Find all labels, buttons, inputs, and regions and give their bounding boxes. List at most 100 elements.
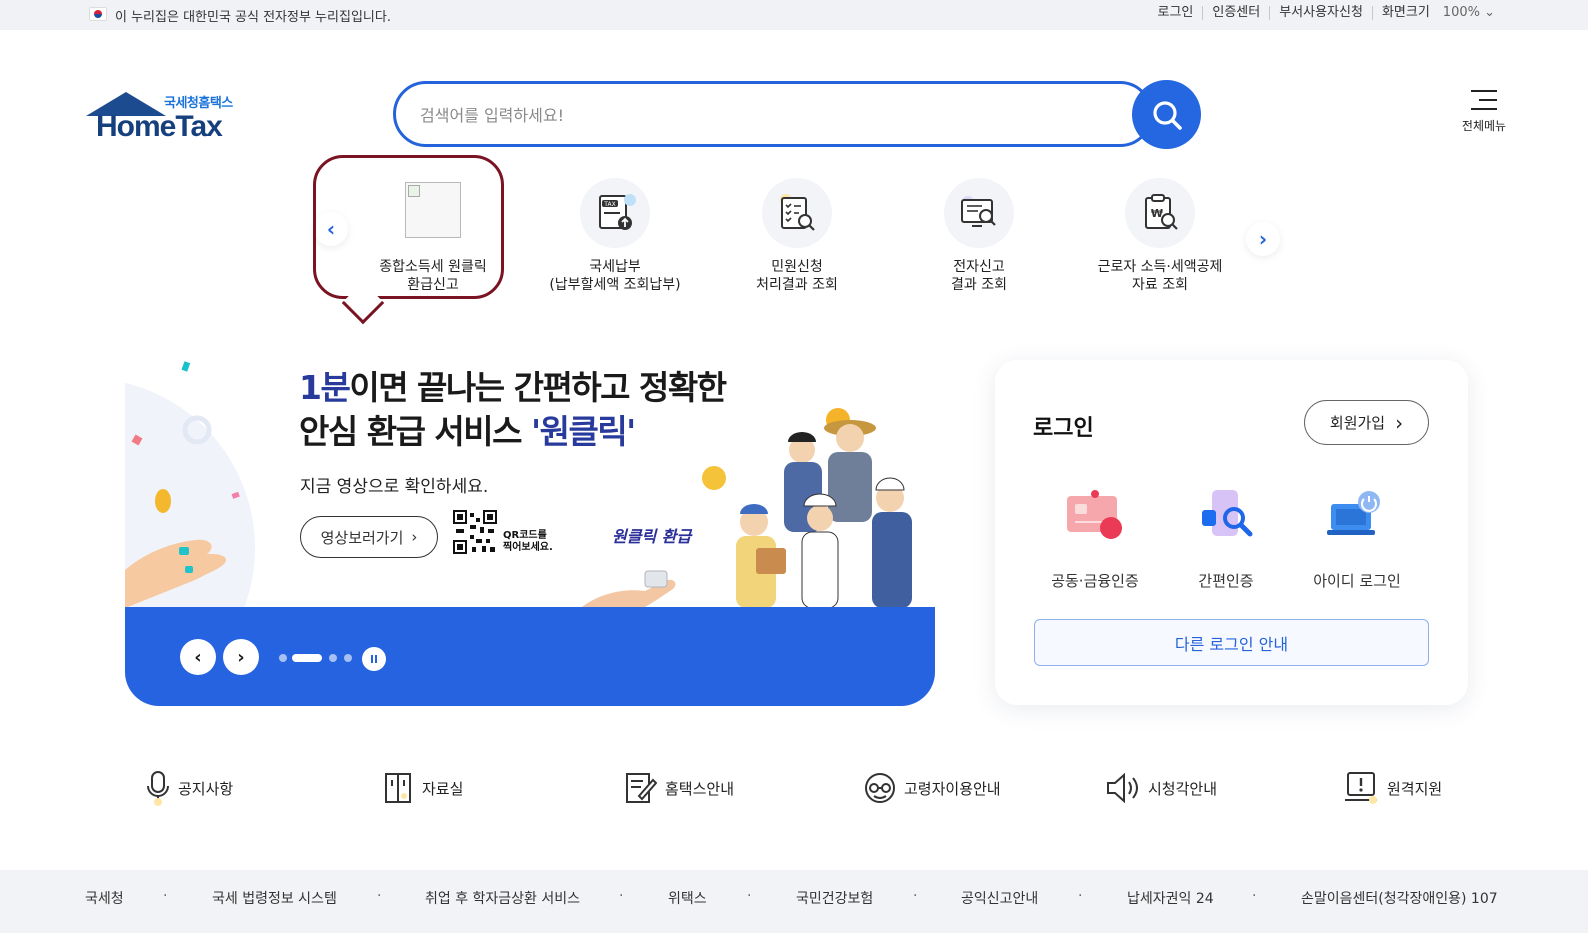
pointing-hand-illustration bbox=[580, 570, 676, 608]
login-option-certificate[interactable]: 공동·금융인증 bbox=[1030, 488, 1160, 591]
footer-separator: · bbox=[1078, 888, 1083, 904]
footer-link[interactable]: 국세청 bbox=[85, 888, 124, 908]
quick-item-worker-deduction[interactable]: ₩ 근로자 소득·세액공제 자료 조회 bbox=[1070, 178, 1250, 294]
qr-caption: QR코드를 찍어보세요. bbox=[503, 530, 553, 554]
login-link[interactable]: 로그인 bbox=[1148, 6, 1202, 20]
quick-item-label: 환급신고 bbox=[407, 277, 459, 293]
all-menu-label: 전체메뉴 bbox=[1461, 119, 1507, 133]
quick-item-label: 종합소득세 원클릭 bbox=[379, 259, 487, 275]
hamburger-icon bbox=[1471, 90, 1497, 110]
quick-item-label: 결과 조회 bbox=[951, 277, 1007, 293]
quick-link-remote-support[interactable]: 원격지원 bbox=[1345, 768, 1442, 808]
senior-glasses-icon bbox=[865, 773, 895, 803]
login-option-label: 공동·금융인증 bbox=[1051, 572, 1139, 590]
search-icon bbox=[1152, 100, 1182, 130]
quick-item-label: 국세납부 bbox=[589, 259, 641, 275]
banner-controls: ‹ › bbox=[125, 607, 935, 706]
footer-separator: · bbox=[163, 888, 168, 904]
quick-item-e-filing-result[interactable]: 전자신고 결과 조회 bbox=[889, 178, 1069, 294]
footer-link[interactable]: 위택스 bbox=[668, 888, 707, 908]
korea-flag-icon bbox=[89, 7, 107, 21]
banner-title-line2-highlight: '원클릭' bbox=[531, 412, 636, 451]
footer-link[interactable]: 공익신고안내 bbox=[961, 888, 1038, 908]
quick-item-civil-result[interactable]: 민원신청 처리결과 조회 bbox=[707, 178, 887, 294]
oneclick-refund-tag: 원클릭 환급 bbox=[612, 527, 692, 546]
banner-dot[interactable] bbox=[279, 654, 287, 662]
watch-video-label: 영상보러가기 bbox=[320, 528, 404, 547]
footer-separator: · bbox=[1252, 888, 1257, 904]
login-option-simple[interactable]: 간편인증 bbox=[1161, 488, 1291, 591]
login-option-label: 아이디 로그인 bbox=[1313, 572, 1401, 590]
speaker-icon bbox=[1107, 772, 1138, 804]
screen-size-label[interactable]: 화면크기 bbox=[1371, 6, 1439, 20]
banner-dot[interactable] bbox=[329, 654, 337, 662]
laptop-power-icon bbox=[1327, 488, 1387, 548]
zoom-select[interactable]: 100% ⌄ bbox=[1439, 6, 1504, 20]
cert-center-link[interactable]: 인증센터 bbox=[1202, 6, 1269, 20]
banner-dot-active[interactable] bbox=[292, 654, 322, 662]
quick-link-audiovisual-guide[interactable]: 시청각안내 bbox=[1106, 768, 1217, 808]
login-title: 로그인 bbox=[1033, 416, 1094, 441]
document-edit-icon bbox=[626, 773, 657, 803]
monitor-search-icon bbox=[944, 178, 1014, 248]
quick-item-tax-payment[interactable]: TAX 국세납부 (납부할세액 조회납부) bbox=[525, 178, 705, 294]
broken-image-icon bbox=[405, 182, 461, 238]
footer-separator: · bbox=[913, 888, 918, 904]
quick-link-label: 시청각안내 bbox=[1148, 779, 1218, 798]
signup-label: 회원가입 bbox=[1329, 414, 1386, 432]
banner-prev-button[interactable]: ‹ bbox=[180, 639, 216, 675]
logo-title: HomeTax bbox=[96, 110, 223, 143]
search-box bbox=[393, 81, 1153, 147]
workers-illustration bbox=[702, 408, 912, 608]
search-input[interactable] bbox=[420, 102, 1110, 128]
quick-menu-next-button[interactable]: › bbox=[1246, 222, 1280, 256]
all-menu-button[interactable]: 전체메뉴 bbox=[1456, 90, 1512, 134]
quick-link-hometax-guide[interactable]: 홈택스안내 bbox=[625, 768, 734, 808]
quick-link-label: 공지사항 bbox=[178, 779, 234, 798]
clipboard-won-icon: ₩ bbox=[1125, 178, 1195, 248]
banner-pause-button[interactable] bbox=[362, 647, 386, 671]
zoom-value: 100% bbox=[1442, 5, 1480, 20]
hometax-logo[interactable]: 국세청홈택스 HomeTax bbox=[86, 88, 246, 144]
quick-link-label: 원격지원 bbox=[1387, 779, 1443, 798]
banner-dot[interactable] bbox=[344, 654, 352, 662]
footer-link[interactable]: 손말이음센터(청각장애인용) 107 bbox=[1301, 888, 1498, 908]
footer-link[interactable]: 납세자권익 24 bbox=[1127, 888, 1214, 908]
footer-link[interactable]: 취업 후 학자금상환 서비스 bbox=[425, 888, 580, 908]
login-option-id[interactable]: 아이디 로그인 bbox=[1292, 488, 1422, 591]
footer-separator: · bbox=[377, 888, 382, 904]
gov-banner: 이 누리집은 대한민국 공식 전자정부 누리집입니다. 로그인 인증센터 부서사… bbox=[0, 0, 1588, 30]
footer-link[interactable]: 국민건강보험 bbox=[796, 888, 873, 908]
promo-banner[interactable]: 1분이면 끝나는 간편하고 정확한 안심 환급 서비스 '원클릭' 지금 영상으… bbox=[125, 358, 935, 608]
quick-link-archive[interactable]: 자료실 bbox=[384, 768, 463, 808]
quick-item-label: 민원신청 bbox=[771, 259, 823, 275]
qr-caption-line: QR코드를 bbox=[503, 530, 547, 541]
banner-title-rest: 이면 끝나는 간편하고 정확한 bbox=[349, 368, 727, 407]
dept-user-link[interactable]: 부서사용자신청 bbox=[1269, 6, 1372, 20]
microphone-icon bbox=[147, 771, 169, 806]
quick-link-label: 홈택스안내 bbox=[665, 779, 735, 798]
quick-link-label: 고령자이용안내 bbox=[904, 779, 1001, 798]
footer-separator: · bbox=[619, 888, 624, 904]
footer-link[interactable]: 국세 법령정보 시스템 bbox=[212, 888, 337, 908]
quick-item-label: 근로자 소득·세액공제 bbox=[1097, 259, 1223, 275]
watch-video-button[interactable]: 영상보러가기 › bbox=[300, 516, 438, 558]
banner-next-button[interactable]: › bbox=[223, 639, 259, 675]
svg-text:₩: ₩ bbox=[1151, 207, 1163, 220]
chevron-right-icon: › bbox=[1395, 410, 1404, 435]
quick-link-notice[interactable]: 공지사항 bbox=[146, 768, 233, 808]
banner-title-line2: 안심 환급 서비스 bbox=[299, 412, 531, 451]
login-card: 로그인 회원가입 › 공동·금융인증 간편인증 아이디 로그인 다른 로그인 안… bbox=[995, 360, 1468, 705]
hand-illustration bbox=[125, 361, 240, 608]
quick-link-senior-guide[interactable]: 고령자이용안내 bbox=[864, 768, 1001, 808]
banner-title-highlight: 1분 bbox=[299, 368, 351, 407]
quick-item-label: 처리결과 조회 bbox=[756, 277, 838, 293]
quick-item-oneclick-refund[interactable]: 종합소득세 원클릭 환급신고 bbox=[343, 178, 523, 294]
other-login-guide-button[interactable]: 다른 로그인 안내 bbox=[1034, 619, 1429, 666]
quick-item-label: (납부할세액 조회납부) bbox=[549, 277, 681, 293]
qr-code-image bbox=[453, 510, 497, 554]
signup-button[interactable]: 회원가입 › bbox=[1304, 400, 1429, 445]
search-button[interactable] bbox=[1132, 80, 1201, 149]
gov-notice: 이 누리집은 대한민국 공식 전자정부 누리집입니다. bbox=[115, 10, 391, 25]
quick-link-label: 자료실 bbox=[422, 779, 464, 798]
